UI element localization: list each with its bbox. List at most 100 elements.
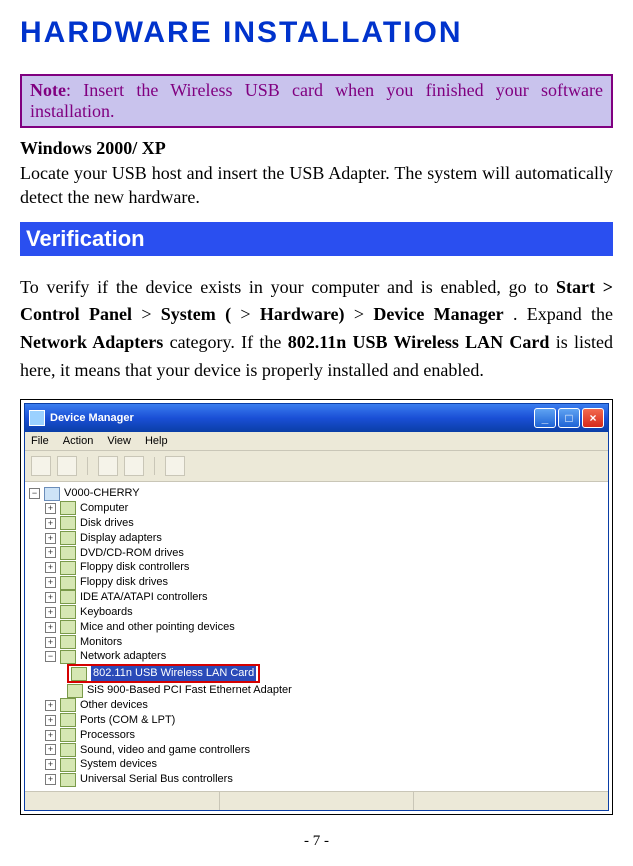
page-number: - 7 - (20, 833, 613, 850)
toolbar-button[interactable] (98, 456, 118, 476)
node-icon (60, 635, 76, 649)
computer-icon (44, 487, 60, 501)
node-label: Floppy disk controllers (80, 560, 189, 575)
expand-icon[interactable]: + (45, 562, 56, 573)
tree-node[interactable]: + System devices (27, 757, 606, 772)
close-button[interactable]: × (582, 408, 604, 428)
tree-leaf[interactable]: SiS 900-Based PCI Fast Ethernet Adapter (27, 683, 606, 698)
note-label: Note (30, 80, 66, 100)
tree-leaf-selected[interactable]: 802.11n USB Wireless LAN Card (27, 664, 606, 683)
verify-network-adapters: Network Adapters (20, 332, 163, 352)
menu-file[interactable]: File (31, 435, 49, 447)
verify-hardware: Hardware) (260, 304, 345, 324)
back-button[interactable] (31, 456, 51, 476)
node-icon (60, 605, 76, 619)
verification-paragraph: To verify if the device exists in your c… (20, 274, 613, 386)
collapse-icon[interactable]: − (45, 651, 56, 662)
expand-icon[interactable]: + (45, 547, 56, 558)
tree-node[interactable]: + Floppy disk controllers (27, 560, 606, 575)
tree-node-network-adapters[interactable]: − Network adapters (27, 649, 606, 664)
tree-node[interactable]: + Processors (27, 728, 606, 743)
tree-node[interactable]: +Computer (27, 501, 606, 516)
node-label: Other devices (80, 698, 148, 713)
maximize-button[interactable]: □ (558, 408, 580, 428)
note-box: Note: Insert the Wireless USB card when … (20, 74, 613, 128)
toolbar-button[interactable] (165, 456, 185, 476)
separator (87, 457, 88, 475)
menubar: File Action View Help (25, 432, 608, 451)
tree-node[interactable]: + Monitors (27, 635, 606, 650)
sep: > (141, 304, 160, 324)
node-label: Universal Serial Bus controllers (80, 772, 233, 787)
node-icon (60, 698, 76, 712)
expand-icon[interactable]: + (45, 730, 56, 741)
verify-cat: category. If the (170, 332, 288, 352)
node-label: Processors (80, 728, 135, 743)
page-title: HARDWARE INSTALLATION (20, 16, 613, 50)
expand-icon[interactable]: + (45, 700, 56, 711)
adapter-icon (67, 684, 83, 698)
node-icon (60, 576, 76, 590)
node-icon (60, 501, 76, 515)
toolbar-button[interactable] (124, 456, 144, 476)
minimize-button[interactable]: _ (534, 408, 556, 428)
statusbar (25, 791, 608, 810)
note-text: : Insert the Wireless USB card when you … (30, 80, 603, 121)
separator (154, 457, 155, 475)
verify-system: System ( (161, 304, 231, 324)
tree-node[interactable]: +DVD/CD-ROM drives (27, 546, 606, 561)
expand-icon[interactable]: + (45, 592, 56, 603)
expand-icon[interactable]: + (45, 607, 56, 618)
expand-icon[interactable]: + (45, 503, 56, 514)
expand-icon[interactable]: + (45, 759, 56, 770)
expand-icon[interactable]: + (45, 622, 56, 633)
root-label: V000-CHERRY (64, 486, 140, 501)
forward-button[interactable] (57, 456, 77, 476)
node-label: Network adapters (80, 649, 166, 664)
menu-help[interactable]: Help (145, 435, 168, 447)
tree-view[interactable]: − V000-CHERRY +Computer + Disk drives + Di… (25, 482, 608, 791)
expand-icon[interactable]: + (45, 744, 56, 755)
node-label: Mice and other pointing devices (80, 620, 235, 635)
tree-node[interactable]: + Mice and other pointing devices (27, 620, 606, 635)
expand-icon[interactable]: + (45, 637, 56, 648)
device-manager-window: Device Manager _ □ × File Action View He… (24, 403, 609, 811)
tree-root[interactable]: − V000-CHERRY (27, 486, 606, 501)
tree-node[interactable]: +IDE ATA/ATAPI controllers (27, 590, 606, 605)
expand-icon[interactable]: + (45, 774, 56, 785)
node-icon (60, 516, 76, 530)
tree-node[interactable]: + Floppy disk drives (27, 575, 606, 590)
node-icon (60, 773, 76, 787)
expand-icon[interactable]: + (45, 518, 56, 529)
windows-text: Locate your USB host and insert the USB … (20, 161, 613, 210)
node-label: System devices (80, 757, 157, 772)
status-panel (414, 792, 608, 810)
menu-action[interactable]: Action (63, 435, 94, 447)
tree-node[interactable]: + Display adapters (27, 531, 606, 546)
tree-node[interactable]: +Ports (COM & LPT) (27, 713, 606, 728)
expand-icon[interactable]: + (45, 577, 56, 588)
expand-icon[interactable]: + (45, 533, 56, 544)
tree-node[interactable]: + Sound, video and game controllers (27, 743, 606, 758)
menu-view[interactable]: View (107, 435, 131, 447)
node-label: Monitors (80, 635, 122, 650)
collapse-icon[interactable]: − (29, 488, 40, 499)
highlight-box: 802.11n USB Wireless LAN Card (67, 664, 260, 683)
status-panel (25, 792, 220, 810)
tree-node[interactable]: + Disk drives (27, 516, 606, 531)
verify-intro: To verify if the device exists in your c… (20, 277, 556, 297)
tree-node[interactable]: +Keyboards (27, 605, 606, 620)
node-label: Sound, video and game controllers (80, 743, 250, 758)
verify-card: 802.11n USB Wireless LAN Card (288, 332, 550, 352)
expand-icon[interactable]: + (45, 715, 56, 726)
node-label: Floppy disk drives (80, 575, 168, 590)
titlebar: Device Manager _ □ × (25, 404, 608, 432)
node-label: Disk drives (80, 516, 134, 531)
windows-heading: Windows 2000/ XP (20, 138, 613, 159)
toolbar (25, 451, 608, 482)
tree-node[interactable]: + Universal Serial Bus controllers (27, 772, 606, 787)
node-icon (60, 620, 76, 634)
node-label: Display adapters (80, 531, 162, 546)
tree-node[interactable]: + Other devices (27, 698, 606, 713)
node-icon (60, 561, 76, 575)
